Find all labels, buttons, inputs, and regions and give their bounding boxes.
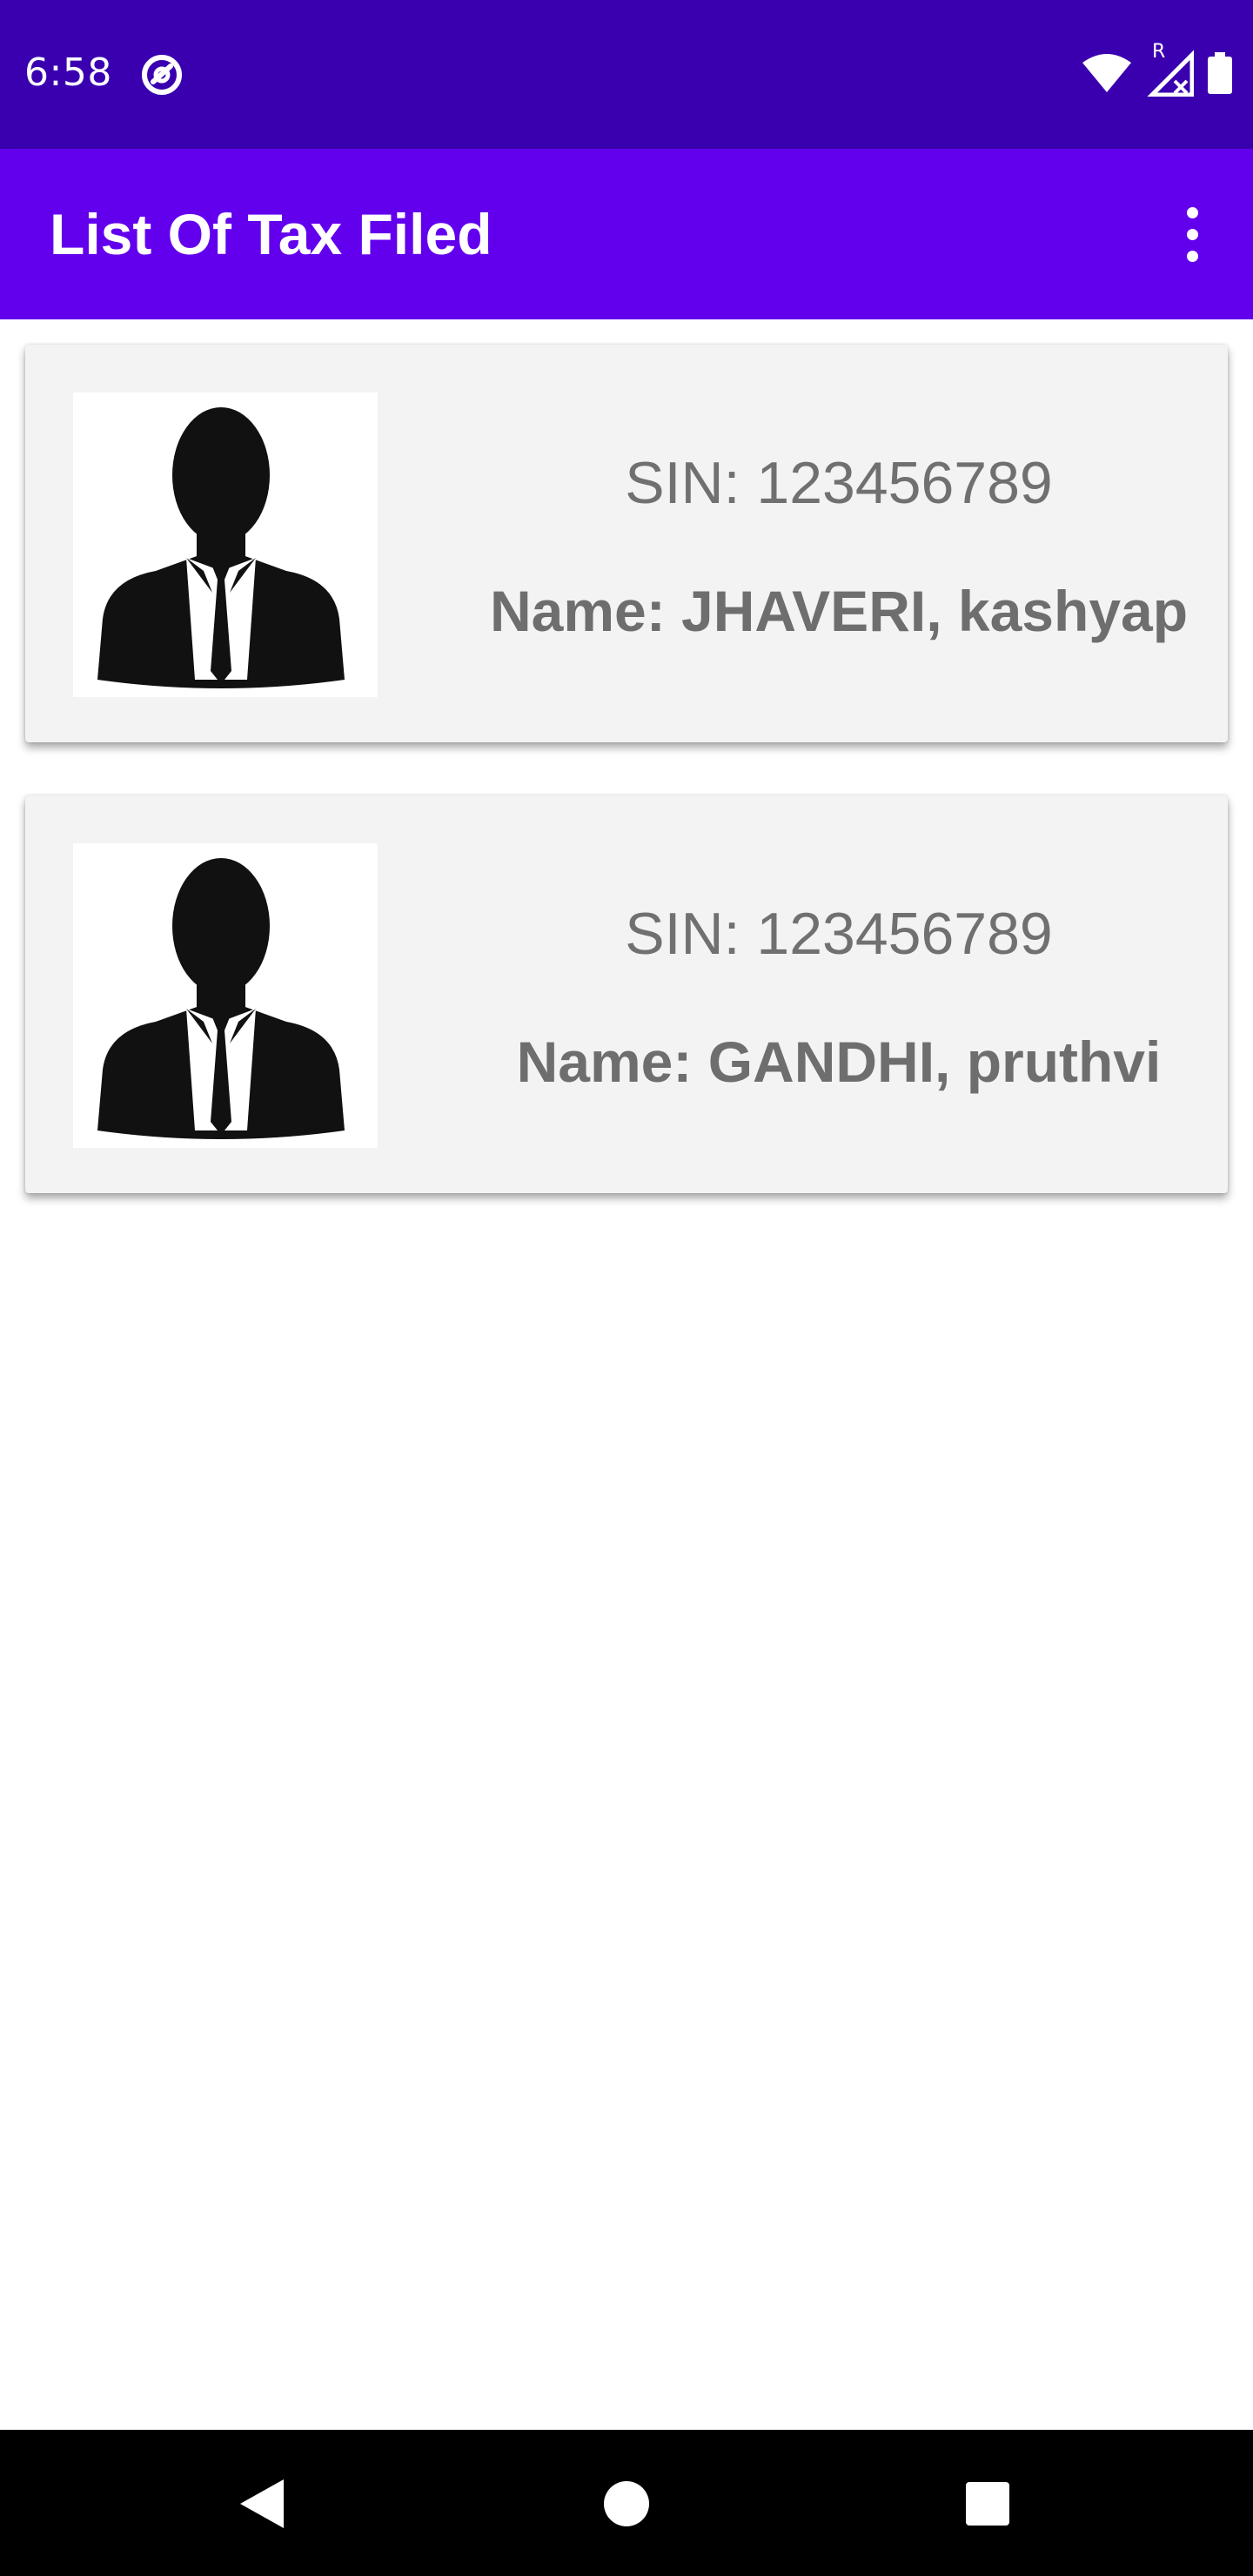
app-notification-icon <box>139 52 184 97</box>
navigation-bar <box>0 2430 1253 2576</box>
wifi-icon <box>1081 52 1133 98</box>
sin-text: SIN: 123456789 <box>625 450 1053 516</box>
roaming-label: R <box>1152 40 1166 63</box>
back-icon[interactable] <box>222 2465 300 2543</box>
home-icon[interactable] <box>587 2465 666 2543</box>
name-text: Name: GANDHI, pruthvi <box>516 1030 1162 1094</box>
overflow-dot <box>1186 228 1198 240</box>
overflow-dot <box>1186 250 1198 262</box>
overflow-dot <box>1186 206 1198 218</box>
status-icons: R <box>1081 41 1232 101</box>
page-title: List Of Tax Filed <box>50 202 492 266</box>
name-text: Name: JHAVERI, kashyap <box>489 579 1189 643</box>
recents-icon[interactable] <box>948 2465 1027 2543</box>
sin-text: SIN: 123456789 <box>625 901 1053 967</box>
more-vert-icon[interactable] <box>1149 191 1236 278</box>
battery-icon <box>1208 51 1232 98</box>
signal-roaming-icon: R <box>1146 41 1195 101</box>
app-bar: List Of Tax Filed <box>0 149 1253 319</box>
tax-record-card[interactable]: SIN: 123456789 Name: GANDHI, pruthvi <box>25 795 1228 1193</box>
status-bar: 6:58 R <box>0 0 1253 149</box>
person-silhouette-icon <box>73 392 378 697</box>
tax-record-card[interactable]: SIN: 123456789 Name: JHAVERI, kashyap <box>25 345 1228 742</box>
person-silhouette-icon <box>73 843 378 1148</box>
status-time: 6:58 <box>24 50 112 95</box>
